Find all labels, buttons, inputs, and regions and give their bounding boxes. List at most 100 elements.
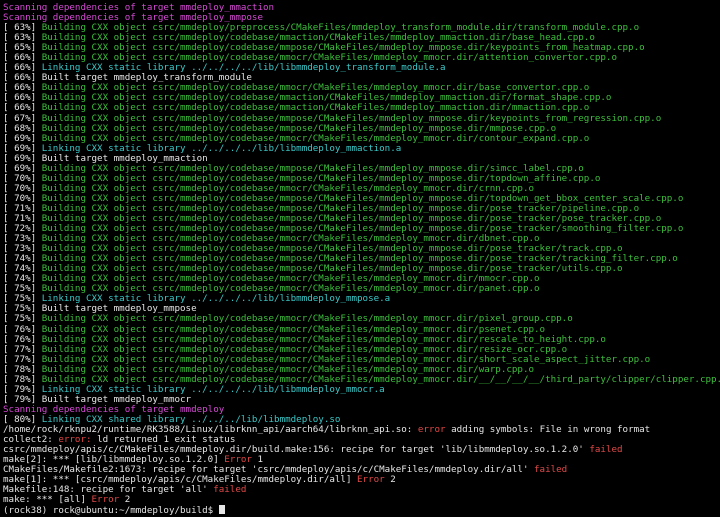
terminal-text: [ 74%] bbox=[3, 264, 42, 275]
terminal-line: [ 79%] Linking CXX static library ../../… bbox=[3, 385, 720, 395]
terminal-text: Building CXX object csrc/mmdeploy/codeba… bbox=[41, 284, 540, 295]
terminal-line: [ 63%] Building CXX object csrc/mmdeploy… bbox=[3, 33, 720, 43]
terminal-text: Building CXX object csrc/mmdeploy/codeba… bbox=[41, 334, 606, 345]
terminal-text: (rock38) rock@ubuntu:~/mmdeploy/build$ bbox=[3, 505, 219, 516]
terminal-text: Building CXX object csrc/mmdeploy/codeba… bbox=[41, 203, 640, 214]
terminal-text: [ 78%] bbox=[3, 364, 42, 375]
terminal-text: make[1]: *** [csrc/mmdeploy/apis/c/CMake… bbox=[3, 475, 358, 486]
terminal-text: Building CXX object csrc/mmdeploy/codeba… bbox=[41, 374, 720, 385]
terminal-text: Building CXX object csrc/mmdeploy/codeba… bbox=[41, 83, 590, 94]
terminal-line: [ 74%] Building CXX object csrc/mmdeploy… bbox=[3, 254, 720, 264]
terminal-text: Building CXX object csrc/mmdeploy/codeba… bbox=[41, 93, 612, 104]
terminal-line: Scanning dependencies of target mmdeploy… bbox=[3, 3, 720, 13]
terminal-text: Building CXX object csrc/mmdeploy/codeba… bbox=[41, 113, 662, 124]
terminal-text: [ 69%] bbox=[3, 143, 42, 154]
terminal-text: Building CXX object csrc/mmdeploy/codeba… bbox=[41, 193, 684, 204]
terminal-line: make[2]: *** [lib/libmmdeploy.so.1.2.0] … bbox=[3, 455, 720, 465]
terminal-text: Linking CXX static library ../../../../l… bbox=[41, 63, 446, 74]
terminal-text: [ 71%] bbox=[3, 213, 42, 224]
terminal-line: [ 69%] Built target mmdeploy_mmaction bbox=[3, 154, 720, 164]
terminal-line: [ 80%] Linking CXX shared library ../../… bbox=[3, 415, 720, 425]
terminal-text: failed bbox=[213, 485, 247, 496]
terminal-line: [ 66%] Building CXX object csrc/mmdeploy… bbox=[3, 93, 720, 103]
terminal-line: [ 73%] Building CXX object csrc/mmdeploy… bbox=[3, 234, 720, 244]
terminal-text: [ 76%] bbox=[3, 324, 42, 335]
terminal-line: make[1]: *** [csrc/mmdeploy/apis/c/CMake… bbox=[3, 475, 720, 485]
terminal-line: [ 72%] Building CXX object csrc/mmdeploy… bbox=[3, 224, 720, 234]
terminal-line: [ 69%] Building CXX object csrc/mmdeploy… bbox=[3, 134, 720, 144]
terminal-text: Makefile:148: recipe for target 'all' bbox=[3, 485, 214, 496]
terminal-line: [ 66%] Building CXX object csrc/mmdeploy… bbox=[3, 53, 720, 63]
terminal-text: Building CXX object csrc/mmdeploy/codeba… bbox=[41, 244, 623, 255]
terminal-line: [ 70%] Building CXX object csrc/mmdeploy… bbox=[3, 174, 720, 184]
terminal-text: Linking CXX static library ../../../../l… bbox=[41, 294, 391, 305]
terminal-line: [ 66%] Building CXX object csrc/mmdeploy… bbox=[3, 83, 720, 93]
terminal-text: [ 75%] bbox=[3, 314, 42, 325]
terminal-line: CMakeFiles/Makefile2:1673: recipe for ta… bbox=[3, 465, 720, 475]
terminal-text: Building CXX object csrc/mmdeploy/codeba… bbox=[41, 224, 684, 235]
terminal-text: csrc/mmdeploy/apis/c/CMakeFiles/mmdeploy… bbox=[3, 445, 590, 456]
terminal-text: Building CXX object csrc/mmdeploy/codeba… bbox=[41, 163, 584, 174]
terminal-text: Building CXX object csrc/mmdeploy/codeba… bbox=[41, 213, 662, 224]
terminal-text: Building CXX object csrc/mmdeploy/codeba… bbox=[41, 133, 590, 144]
terminal-line: [ 78%] Building CXX object csrc/mmdeploy… bbox=[3, 375, 720, 385]
terminal-line: Scanning dependencies of target mmdeploy bbox=[3, 405, 720, 415]
terminal-line: [ 63%] Building CXX object csrc/mmdeploy… bbox=[3, 23, 720, 33]
terminal-text: [ 78%] bbox=[3, 374, 42, 385]
terminal-text: [ 72%] bbox=[3, 224, 42, 235]
terminal-line: [ 66%] Building CXX object csrc/mmdeploy… bbox=[3, 103, 720, 113]
terminal-text: Building CXX object csrc/mmdeploy/codeba… bbox=[41, 53, 617, 64]
terminal-text: [ 66%] bbox=[3, 53, 42, 64]
terminal-text: failed bbox=[589, 445, 623, 456]
terminal-text: Linking CXX static library ../../../../l… bbox=[41, 384, 385, 395]
terminal-line: [ 76%] Building CXX object csrc/mmdeploy… bbox=[3, 335, 720, 345]
terminal-window[interactable]: Scanning dependencies of target mmdeploy… bbox=[0, 0, 720, 517]
terminal-text: [ 63%] bbox=[3, 23, 42, 34]
terminal-text: [ 75%] Built target mmdeploy_mmpose bbox=[3, 304, 197, 315]
terminal-text: [ 66%] bbox=[3, 83, 42, 94]
terminal-line: [ 75%] Built target mmdeploy_mmpose bbox=[3, 304, 720, 314]
terminal-line: csrc/mmdeploy/apis/c/CMakeFiles/mmdeploy… bbox=[3, 445, 720, 455]
terminal-text: Scanning dependencies of target mmdeploy… bbox=[3, 3, 275, 13]
terminal-line: [ 69%] Building CXX object csrc/mmdeploy… bbox=[3, 164, 720, 174]
terminal-line: [ 70%] Building CXX object csrc/mmdeploy… bbox=[3, 184, 720, 194]
terminal-line: [ 75%] Building CXX object csrc/mmdeploy… bbox=[3, 314, 720, 324]
terminal-text: Error bbox=[91, 495, 120, 506]
terminal-line: (rock38) rock@ubuntu:~/mmdeploy/build$ bbox=[3, 505, 720, 515]
terminal-text: [ 69%] bbox=[3, 133, 42, 144]
terminal-line: [ 77%] Building CXX object csrc/mmdeploy… bbox=[3, 345, 720, 355]
terminal-line: [ 74%] Building CXX object csrc/mmdeploy… bbox=[3, 264, 720, 274]
terminal-text: Building CXX object csrc/mmdeploy/codeba… bbox=[41, 264, 623, 275]
terminal-line: [ 74%] Building CXX object csrc/mmdeploy… bbox=[3, 274, 720, 284]
terminal-text: [ 75%] bbox=[3, 294, 42, 305]
terminal-text: [ 79%] bbox=[3, 384, 42, 395]
terminal-text: [ 80%] bbox=[3, 414, 42, 425]
terminal-text: Building CXX object csrc/mmdeploy/codeba… bbox=[41, 254, 678, 265]
terminal-text: Building CXX object csrc/mmdeploy/codeba… bbox=[41, 173, 601, 184]
terminal-text: Building CXX object csrc/mmdeploy/codeba… bbox=[41, 183, 535, 194]
terminal-line: [ 66%] Built target mmdeploy_transform_m… bbox=[3, 73, 720, 83]
terminal-text: adding symbols: File in wrong format bbox=[445, 424, 651, 435]
terminal-text: [ 76%] bbox=[3, 334, 42, 345]
terminal-line: [ 75%] Building CXX object csrc/mmdeploy… bbox=[3, 284, 720, 294]
terminal-text: [ 69%] Built target mmdeploy_mmaction bbox=[3, 153, 208, 164]
terminal-line: [ 73%] Building CXX object csrc/mmdeploy… bbox=[3, 244, 720, 254]
terminal-text: [ 70%] bbox=[3, 183, 42, 194]
terminal-text: Building CXX object csrc/mmdeploy/codeba… bbox=[41, 43, 645, 54]
terminal-text: Building CXX object csrc/mmdeploy/codeba… bbox=[41, 314, 573, 325]
terminal-text: 2 bbox=[119, 495, 131, 506]
terminal-text: Error bbox=[357, 475, 385, 486]
terminal-text: [ 79%] Built target mmdeploy_mmocr bbox=[3, 394, 192, 405]
terminal-text: [ 73%] bbox=[3, 244, 42, 255]
terminal-text: make[2]: *** [lib/libmmdeploy.so.1.2.0] bbox=[3, 455, 225, 466]
terminal-line: [ 76%] Building CXX object csrc/mmdeploy… bbox=[3, 325, 720, 335]
cursor-icon bbox=[218, 505, 225, 515]
terminal-text: CMakeFiles/Makefile2:1673: recipe for ta… bbox=[3, 465, 535, 476]
terminal-text: failed bbox=[534, 465, 568, 476]
terminal-line: [ 77%] Building CXX object csrc/mmdeploy… bbox=[3, 355, 720, 365]
terminal-text: [ 65%] bbox=[3, 43, 42, 54]
terminal-text: 2 bbox=[384, 475, 396, 486]
terminal-text: [ 73%] bbox=[3, 234, 42, 245]
terminal-line: [ 79%] Built target mmdeploy_mmocr bbox=[3, 395, 720, 405]
terminal-line: [ 75%] Linking CXX static library ../../… bbox=[3, 294, 720, 304]
